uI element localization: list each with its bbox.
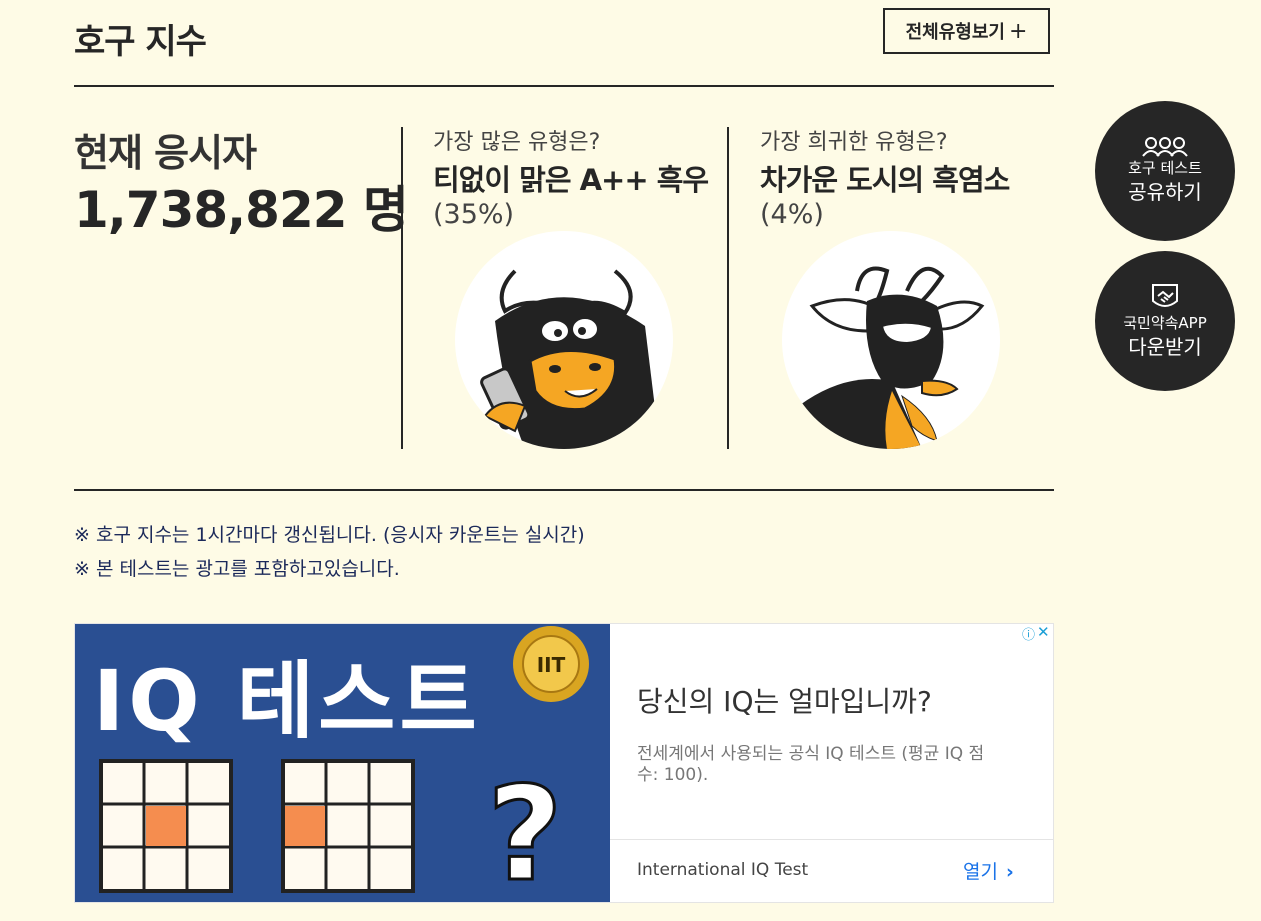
column-divider [727,127,729,449]
ad-description: 전세계에서 사용되는 공식 IQ 테스트 (평균 IQ 점수: 100). [637,744,985,785]
participant-count-label: 현재 응시자 [74,131,257,175]
bottom-divider [74,489,1054,491]
ad-close-icon[interactable]: ✕ [1037,624,1050,641]
most-type-question: 가장 많은 유형은? [433,130,601,155]
chevron-right-icon: › [1005,861,1014,883]
share-test-button[interactable]: 호구 테스트 공유하기 [1095,101,1235,241]
ad-open-button[interactable]: 열기 › [963,857,1014,884]
goat-illustration [782,266,985,449]
ad-question-mark: ? [487,758,562,903]
app-download-button[interactable]: 국민약속APP 다운받기 [1095,251,1235,391]
all-types-button[interactable]: 전체유형보기 + [883,8,1050,54]
advertisement[interactable]: IQ 테스트 IIT ? 당신의 IQ는 얼마입니까? 전세계에서 사용되는 공… [74,623,1054,903]
plus-icon: + [1008,18,1028,44]
page-title: 호구 지수 [74,22,207,62]
most-type-name: 티없이 맑은 A++ 흑우 [433,163,709,197]
all-types-label: 전체유형보기 [905,22,1005,43]
ad-info-icon[interactable]: ⓘ [1022,624,1035,643]
notice-line: ※ 호구 지수는 1시간마다 갱신됩니다. (응시자 카운트는 실시간) [74,524,585,546]
rarest-type-name: 차가운 도시의 흑염소 [760,163,1010,197]
ad-headline[interactable]: 당신의 IQ는 얼마입니까? [637,680,932,720]
top-divider [74,85,1054,87]
bull-character-image [455,231,673,449]
most-type-percent: (35%) [433,199,515,230]
goat-character-image [782,231,1000,449]
ad-badge-text: IIT [537,653,566,677]
ad-divider [610,839,1053,840]
participant-count-value: 1,738,822 명 [74,181,409,239]
ad-image[interactable]: IQ 테스트 IIT ? [75,624,610,903]
notice-line: ※ 본 테스트는 광고를 포함하고있습니다. [74,558,400,580]
people-icon [1142,137,1188,157]
app-label-small: 국민약속APP [1123,314,1207,332]
ad-advertiser: International IQ Test [637,860,809,880]
ad-open-label: 열기 [963,861,998,883]
handshake-icon [1152,284,1178,307]
app-label: 다운받기 [1128,335,1202,359]
column-divider [401,127,403,449]
share-label-small: 호구 테스트 [1128,159,1202,177]
bull-illustration [480,269,660,449]
notice-block: ※ 호구 지수는 1시간마다 갱신됩니다. (응시자 카운트는 실시간) ※ 본… [74,518,585,586]
share-label: 공유하기 [1128,180,1202,204]
rarest-type-percent: (4%) [760,199,824,230]
ad-puzzle-graphic: IIT ? [99,626,589,903]
rarest-type-question: 가장 희귀한 유형은? [760,130,948,155]
